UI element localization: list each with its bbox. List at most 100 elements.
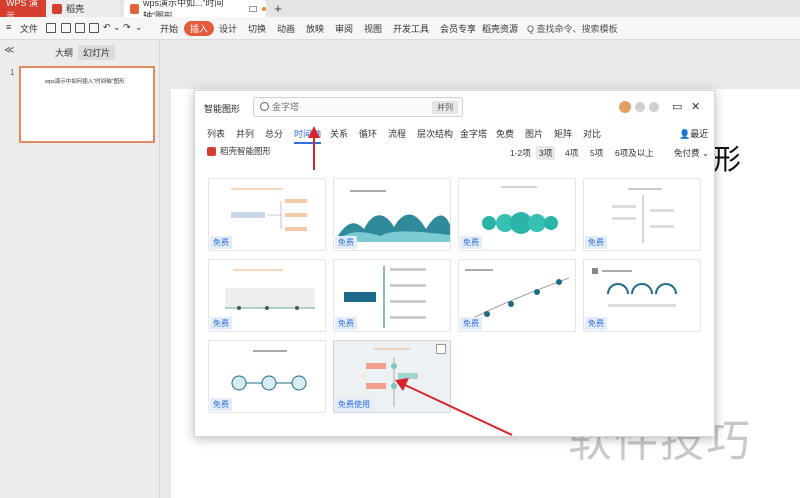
free-badge: 免费 bbox=[335, 236, 357, 249]
slides-tab[interactable]: 幻灯片 bbox=[78, 45, 116, 60]
new-tab-label: + bbox=[274, 1, 282, 16]
menu-design[interactable]: 设计 bbox=[219, 22, 237, 35]
template-card-2[interactable]: 免费 bbox=[333, 178, 451, 251]
template-card-4[interactable]: 免费 bbox=[583, 178, 701, 251]
category-cycle[interactable]: 循环 bbox=[359, 127, 377, 140]
print-icon[interactable] bbox=[75, 23, 85, 33]
category-compare[interactable]: 对比 bbox=[583, 127, 601, 140]
category-free[interactable]: 免费 bbox=[496, 127, 514, 140]
menu-developer[interactable]: 开发工具 bbox=[393, 22, 429, 35]
avatar[interactable] bbox=[619, 101, 631, 113]
category-timeline[interactable]: 时间轴 bbox=[294, 127, 322, 144]
presentation-icon bbox=[130, 3, 140, 14]
outline-tab[interactable]: 大纲 bbox=[50, 45, 78, 60]
template-card-9[interactable]: 免费 bbox=[208, 340, 326, 413]
wps-home-tab[interactable]: WPS 演示 bbox=[0, 0, 46, 21]
unsaved-dot-icon bbox=[262, 6, 266, 11]
daoke-tab[interactable]: 稻壳 bbox=[46, 0, 120, 17]
command-search[interactable]: Q 查找命令、搜索模板 bbox=[527, 22, 618, 35]
redo-icon[interactable]: ↷ bbox=[123, 22, 131, 33]
menu-review[interactable]: 审阅 bbox=[335, 22, 353, 35]
free-badge: 免费 bbox=[210, 236, 232, 249]
free-badge: 免费 bbox=[210, 398, 232, 411]
menu-transition[interactable]: 切换 bbox=[248, 22, 266, 35]
preview-icon[interactable] bbox=[89, 23, 99, 33]
template-card-5[interactable]: 免费 bbox=[208, 259, 326, 332]
hamburger-icon[interactable]: ≡ bbox=[6, 22, 11, 32]
export-icon[interactable] bbox=[61, 23, 71, 33]
slide-title-fragment: 形 bbox=[713, 143, 742, 176]
category-total-sub[interactable]: 总分 bbox=[265, 127, 283, 140]
slide-panel: ≪ 大纲 幻灯片 1 wps演示中如何插入“时间轴”图形 bbox=[0, 40, 160, 498]
menu-view[interactable]: 视图 bbox=[364, 22, 382, 35]
template-card-1[interactable]: 免费 bbox=[208, 178, 326, 251]
slide-number: 1 bbox=[10, 68, 15, 77]
price-filter-label: 免付费 bbox=[674, 148, 700, 158]
menu-start[interactable]: 开始 bbox=[160, 22, 178, 35]
coin-icon[interactable] bbox=[649, 102, 659, 112]
category-matrix[interactable]: 矩阵 bbox=[554, 127, 572, 140]
file-menu[interactable]: 文件 bbox=[20, 22, 38, 35]
new-tab-button[interactable]: + bbox=[270, 0, 286, 17]
recent-label: 最近 bbox=[690, 129, 709, 139]
dialog-search-box[interactable]: 并列 bbox=[253, 97, 463, 117]
template-card-10[interactable]: 免费使用 bbox=[333, 340, 451, 413]
price-filter-dropdown[interactable]: 免付费 ⌄ bbox=[671, 146, 712, 160]
search-icon bbox=[260, 102, 269, 111]
category-relation[interactable]: 关系 bbox=[330, 127, 348, 140]
free-badge: 免费 bbox=[460, 236, 482, 249]
monitor-icon[interactable] bbox=[249, 5, 258, 12]
filter-6-plus[interactable]: 6项及以上 bbox=[612, 146, 657, 160]
close-icon[interactable]: ✕ bbox=[691, 100, 700, 113]
menu-insert[interactable]: 插入 bbox=[184, 21, 215, 36]
brand-label: 稻壳智能图形 bbox=[220, 146, 272, 156]
free-badge: 免费 bbox=[585, 236, 607, 249]
category-process[interactable]: 流程 bbox=[388, 127, 406, 140]
filter-1-2[interactable]: 1-2项 bbox=[507, 146, 534, 160]
daoke-icon bbox=[52, 3, 62, 14]
search-input[interactable] bbox=[272, 100, 422, 114]
menu-daoke-resources[interactable]: 稻壳资源 bbox=[482, 22, 518, 35]
template-card-6[interactable]: 免费 bbox=[333, 259, 451, 332]
undo-icon[interactable]: ↶ bbox=[103, 22, 111, 33]
smart-graphics-dialog: 智能图形 并列 ▭ ✕ 列表 并列 总分 时间轴 关系 循环 流程 层次结构 金… bbox=[194, 90, 715, 437]
template-card-8[interactable]: 免费 bbox=[583, 259, 701, 332]
free-badge: 免费 bbox=[210, 317, 232, 330]
slide-thumbnail-title: wps演示中如何插入“时间轴”图形 bbox=[45, 79, 125, 85]
collapse-panel-icon[interactable]: ≪ bbox=[4, 45, 14, 56]
free-badge: 免费 bbox=[585, 317, 607, 330]
category-list[interactable]: 列表 bbox=[207, 127, 225, 140]
category-pyramid[interactable]: 金字塔 bbox=[460, 127, 487, 140]
free-badge: 免费 bbox=[335, 317, 357, 330]
menu-member[interactable]: 会员专享 bbox=[440, 22, 476, 35]
filter-4[interactable]: 4项 bbox=[562, 146, 581, 160]
user-icon: 👤 bbox=[679, 129, 691, 139]
category-image[interactable]: 图片 bbox=[525, 127, 543, 140]
recent-button[interactable]: 👤最近 bbox=[679, 127, 708, 140]
document-tab[interactable]: wps演示中如...“时间轴”图形 bbox=[124, 0, 266, 21]
daoke-smart-graphics-brand: 稻壳智能图形 bbox=[207, 145, 271, 157]
daoke-logo-icon bbox=[207, 146, 216, 156]
menu-slideshow[interactable]: 放映 bbox=[306, 22, 324, 35]
category-parallel[interactable]: 并列 bbox=[236, 127, 254, 140]
menu-animation[interactable]: 动画 bbox=[277, 22, 295, 35]
free-badge: 免费 bbox=[460, 317, 482, 330]
template-card-3[interactable]: 免费 bbox=[458, 178, 576, 251]
search-tag[interactable]: 并列 bbox=[432, 101, 458, 114]
dialog-title: 智能图形 bbox=[204, 104, 241, 114]
ribbon-menubar: ≡ 文件 ↶ ⌄ ↷ ⌄ 开始 插入 设计 切换 动画 放映 审阅 视图 开发工… bbox=[0, 17, 800, 40]
undo-dropdown-icon[interactable]: ⌄ bbox=[113, 22, 121, 33]
filter-3[interactable]: 3项 bbox=[536, 146, 556, 160]
save-icon[interactable] bbox=[46, 23, 56, 33]
slide-thumbnail[interactable]: wps演示中如何插入“时间轴”图形 bbox=[19, 66, 155, 143]
expand-preview-icon[interactable] bbox=[436, 344, 446, 354]
daoke-tab-label: 稻壳 bbox=[66, 4, 85, 14]
free-use-badge[interactable]: 免费使用 bbox=[335, 398, 373, 411]
member-icon[interactable] bbox=[635, 102, 645, 112]
filter-5[interactable]: 5项 bbox=[587, 146, 606, 160]
feedback-icon[interactable]: ▭ bbox=[672, 100, 682, 113]
template-card-7[interactable]: 免费 bbox=[458, 259, 576, 332]
title-bar: WPS 演示 稻壳 wps演示中如...“时间轴”图形 + bbox=[0, 0, 800, 21]
more-chevron-icon[interactable]: ⌄ bbox=[135, 22, 143, 33]
category-hierarchy[interactable]: 层次结构 bbox=[417, 127, 453, 140]
